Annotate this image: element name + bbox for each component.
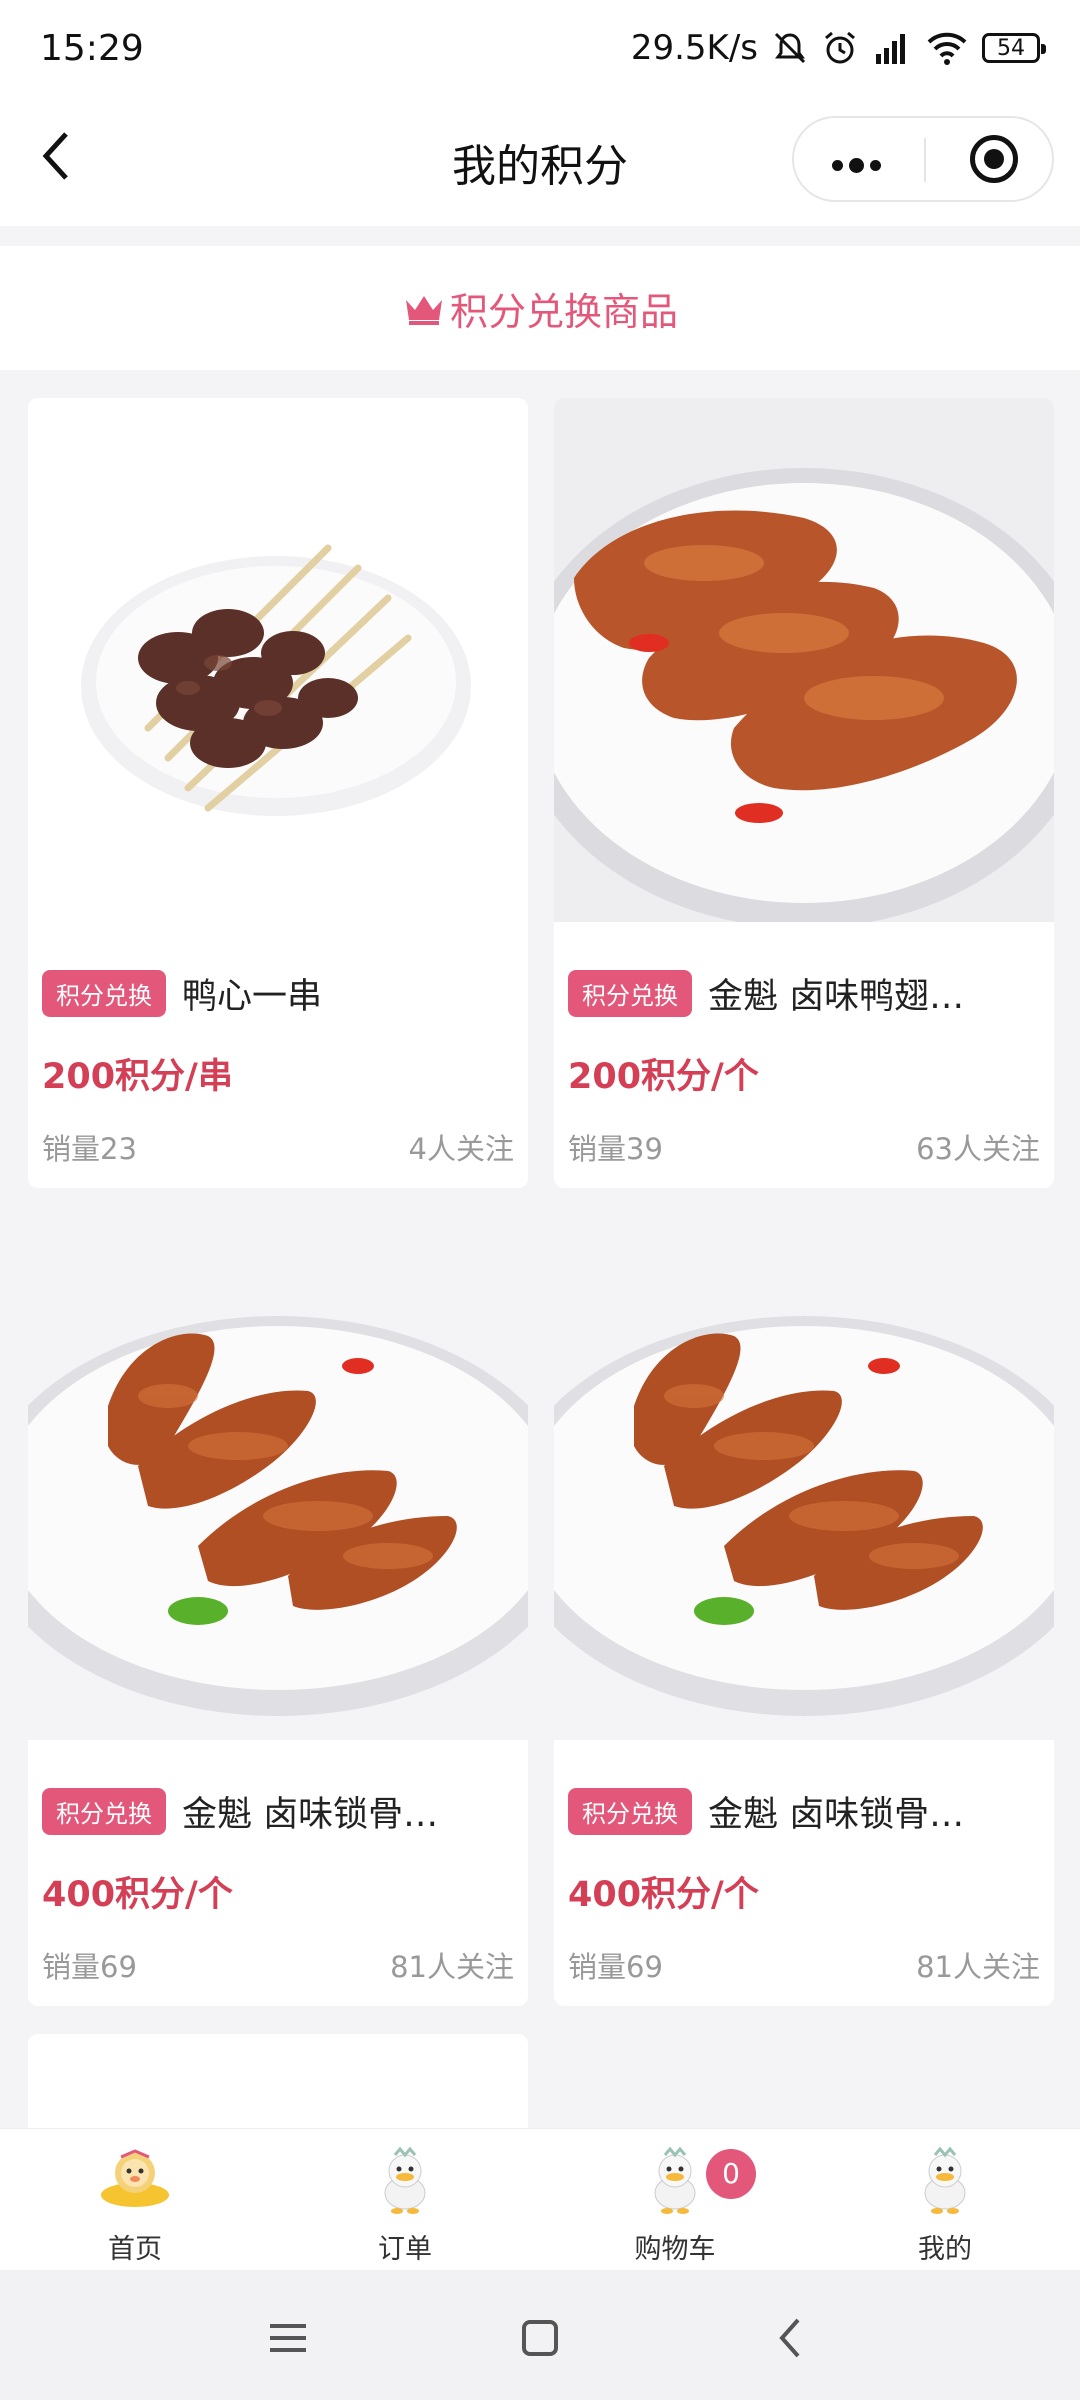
menu-icon[interactable] (260, 2310, 316, 2366)
target-icon[interactable] (970, 135, 1018, 183)
product-stats: 销量39 63人关注 (568, 1126, 1040, 1168)
more-dots-icon[interactable] (832, 156, 887, 175)
network-speed: 29.5K/s (630, 28, 758, 68)
points-exchange-tag: 积分兑换 (568, 970, 692, 1017)
battery-icon: 54 (982, 33, 1046, 63)
tab-orders[interactable]: 订单 (270, 2129, 540, 2271)
tab-home[interactable]: 首页 (0, 2129, 270, 2271)
tab-label: 订单 (378, 2234, 432, 2265)
tab-label: 首页 (108, 2234, 162, 2265)
duck-heart-skewer-image (28, 398, 528, 922)
status-icons: 29.5K/s 54 (630, 28, 1046, 68)
orders-duck-icon (384, 2146, 426, 2214)
product-card[interactable]: 积分兑换 金魁 卤味锁骨… 400积分/个 销量69 81人关注 (28, 1216, 528, 2006)
product-price: 200积分/串 (42, 1057, 233, 1097)
product-sales: 销量39 (568, 1132, 663, 1166)
tab-cart[interactable]: 0 购物车 (540, 2129, 810, 2271)
braised-duck-wings-image (554, 398, 1054, 922)
points-exchange-tag: 积分兑换 (568, 1788, 692, 1835)
product-name: 鸭心一串 (182, 977, 323, 1017)
points-exchange-tag: 积分兑换 (42, 1788, 166, 1835)
crown-icon (405, 296, 442, 325)
product-name-row: 积分兑换 金魁 卤味锁骨… (42, 1786, 522, 1837)
section-title: 积分兑换商品 (449, 289, 678, 334)
product-name: 金魁 卤味锁骨… (708, 1795, 965, 1835)
product-followers: 4人关注 (408, 1132, 514, 1166)
product-card[interactable]: 积分兑换 鸭心一串 200积分/串 销量23 4人关注 (28, 398, 528, 1188)
status-time: 15:29 (40, 27, 144, 69)
product-sales: 销量23 (42, 1132, 137, 1166)
product-card[interactable]: 积分兑换 金魁 卤味鸭翅… 200积分/个 销量39 63人关注 (554, 398, 1054, 1188)
mute-bell-icon (774, 32, 806, 64)
capsule-divider (924, 138, 926, 182)
product-card[interactable]: 积分兑换 金魁 卤味锁骨… 400积分/个 销量69 81人关注 (554, 1216, 1054, 2006)
nav-bar: 我的积分 (0, 96, 1080, 226)
product-price: 400积分/个 (568, 1875, 759, 1915)
braised-duck-collarbone-image (28, 1216, 528, 1740)
product-price: 200积分/个 (568, 1057, 759, 1097)
profile-duck-icon (924, 2146, 966, 2214)
product-followers: 81人关注 (916, 1950, 1040, 1984)
section-header: 积分兑换商品 (0, 246, 1080, 370)
signal-icon (876, 34, 905, 64)
product-name: 金魁 卤味锁骨… (182, 1795, 439, 1835)
home-mascot-icon (101, 2149, 169, 2207)
status-bar: 15:29 29.5K/s 54 (0, 0, 1080, 96)
product-stats: 销量23 4人关注 (42, 1126, 514, 1168)
product-name-row: 积分兑换 金魁 卤味锁骨… (568, 1786, 1048, 1837)
product-price: 400积分/个 (42, 1875, 233, 1915)
product-name-row: 积分兑换 鸭心一串 (42, 968, 522, 1019)
cart-count-badge: 0 (706, 2149, 756, 2199)
product-followers: 81人关注 (390, 1950, 514, 1984)
product-name: 金魁 卤味鸭翅… (708, 977, 965, 1017)
mini-program-capsule (792, 116, 1054, 202)
back-arrow-icon[interactable] (764, 2310, 820, 2366)
product-name-row: 积分兑换 金魁 卤味鸭翅… (568, 968, 1048, 1019)
cart-duck-icon (654, 2146, 696, 2214)
braised-duck-collarbone-image (554, 1216, 1054, 1740)
tab-profile[interactable]: 我的 (810, 2129, 1080, 2271)
tab-label: 购物车 (634, 2234, 716, 2265)
system-nav-bar (0, 2270, 1080, 2400)
product-sales: 销量69 (568, 1950, 663, 1984)
wifi-icon (927, 32, 967, 65)
product-sales: 销量69 (42, 1950, 137, 1984)
tab-bar: 首页 订单 0 购物车 我的 (0, 2128, 1080, 2271)
product-stats: 销量69 81人关注 (42, 1944, 514, 1986)
product-stats: 销量69 81人关注 (568, 1944, 1040, 1986)
tab-label: 我的 (918, 2234, 972, 2265)
home-square-icon[interactable] (512, 2310, 568, 2366)
points-exchange-tag: 积分兑换 (42, 970, 166, 1017)
product-followers: 63人关注 (916, 1132, 1040, 1166)
alarm-icon (825, 31, 855, 64)
